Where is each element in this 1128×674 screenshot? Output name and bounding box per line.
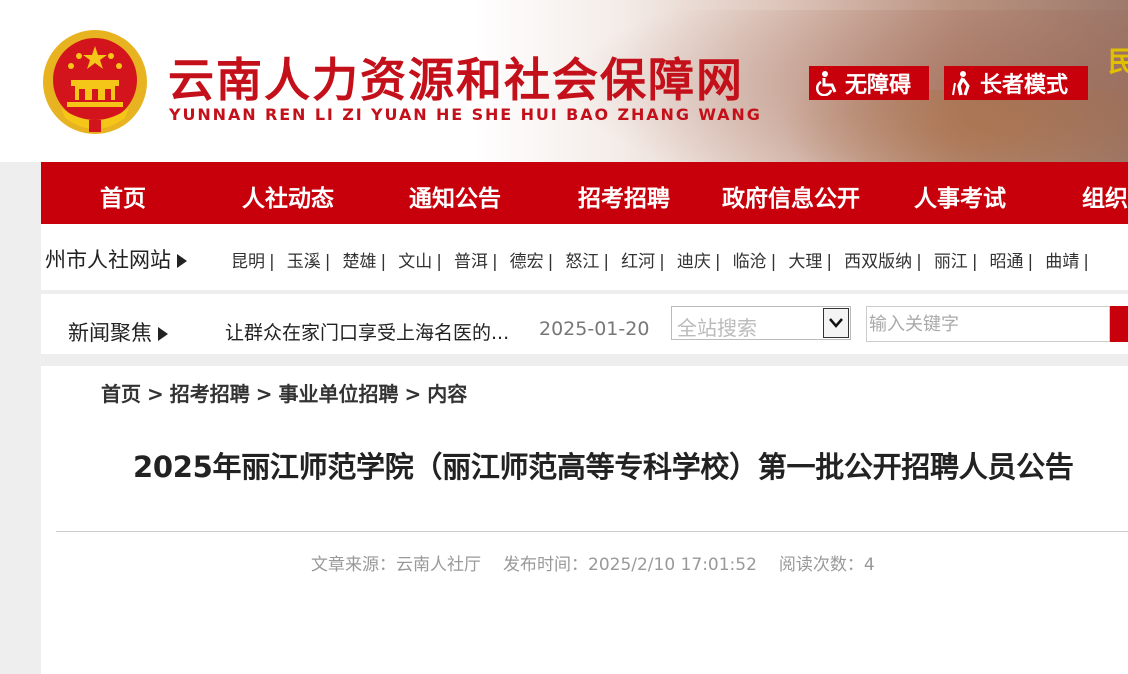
city-bar-label: 州市人社网站: [45, 248, 171, 272]
city-separator: |: [916, 252, 922, 272]
main-nav: 首页 人社动态 通知公告 招考招聘 政府信息公开 人事考试 组织: [41, 162, 1128, 224]
city-link[interactable]: 普洱: [454, 252, 488, 272]
city-separator: |: [770, 252, 777, 272]
city-separator: |: [380, 252, 387, 272]
breadcrumb-separator: >: [404, 382, 422, 406]
city-separator: |: [547, 252, 554, 272]
banner-landscape-accent: [780, 90, 1128, 162]
site-pinyin: YUNNAN REN LI ZI YUAN HE SHE HUI BAO ZHA…: [169, 105, 762, 124]
site-title: 云南人力资源和社会保障网: [168, 53, 744, 107]
search-input[interactable]: [866, 306, 1110, 342]
nav-item-recruitment[interactable]: 招考招聘: [578, 179, 670, 213]
city-link-list: 昆明 | 玉溪 | 楚雄 | 文山 | 普洱 | 德宏 | 怒江 | 红河 | 迪庆 | 临沧 | 大理 | 西双版纳 | 丽江…: [231, 247, 1101, 272]
accessibility-button[interactable]: 无障碍: [809, 66, 929, 100]
city-link[interactable]: 楚雄: [342, 252, 376, 272]
city-link[interactable]: 文山: [398, 252, 432, 272]
news-focus-bar: 新闻聚焦 让群众在家门口享受上海名医的... 2025-01-20 全站搜索: [41, 294, 1128, 354]
nav-item-exams[interactable]: 人事考试: [914, 179, 1006, 213]
news-label-wrap: 新闻聚焦: [68, 317, 168, 347]
city-links-bar: 州市人社网站 昆明 | 玉溪 | 楚雄 | 文山 | 普洱 | 德宏 | 怒江 | 红河 | 迪庆 | 临沧 | 大理 |…: [41, 224, 1128, 290]
news-date: 2025-01-20: [539, 318, 650, 340]
city-link[interactable]: 曲靖: [1045, 252, 1079, 272]
elder-mode-label: 长者模式: [980, 73, 1069, 98]
nav-item-notices[interactable]: 通知公告: [409, 179, 501, 213]
city-separator: |: [1083, 252, 1090, 272]
city-link[interactable]: 西双版纳: [844, 252, 912, 272]
national-emblem-icon: [43, 30, 147, 134]
news-headline-link[interactable]: 让群众在家门口享受上海名医的...: [225, 318, 509, 345]
title-divider: [56, 531, 1128, 532]
triangle-right-icon: [158, 327, 168, 341]
accessibility-label: 无障碍: [845, 73, 912, 98]
search-scope-value: 全站搜索: [677, 316, 757, 340]
city-separator: |: [971, 252, 978, 272]
breadcrumb: 首页 > 招考招聘 > 事业单位招聘 > 内容: [101, 378, 467, 407]
breadcrumb-item[interactable]: 招考招聘: [170, 382, 250, 406]
city-link[interactable]: 迪庆: [677, 252, 711, 272]
breadcrumb-item[interactable]: 事业单位招聘: [279, 382, 399, 406]
city-separator: |: [1027, 252, 1034, 272]
city-link[interactable]: 怒江: [565, 252, 599, 272]
section-divider: [41, 354, 1128, 366]
header-cutoff-text: 民: [1108, 45, 1128, 78]
article-source: 文章来源：云南人社厅: [311, 555, 481, 575]
city-separator: |: [659, 252, 665, 272]
article-title: 2025年丽江师范学院（丽江师范高等专科学校）第一批公开招聘人员公告: [133, 450, 1074, 484]
city-separator: |: [491, 252, 498, 272]
breadcrumb-item[interactable]: 首页: [101, 382, 141, 406]
nav-item-home[interactable]: 首页: [100, 179, 146, 213]
triangle-right-icon: [177, 254, 187, 268]
city-link[interactable]: 德宏: [510, 252, 544, 272]
breadcrumb-separator: >: [255, 382, 273, 406]
nav-item-gov-info[interactable]: 政府信息公开: [722, 179, 860, 213]
article-panel: 首页 > 招考招聘 > 事业单位招聘 > 内容 2025年丽江师范学院（丽江师范高等专科学校…: [41, 366, 1128, 674]
article-published: 发布时间：2025/2/10 17:01:52: [503, 555, 757, 575]
city-link[interactable]: 红河: [621, 252, 655, 272]
nav-item-news[interactable]: 人社动态: [242, 179, 334, 213]
city-bar-label-wrap: 州市人社网站: [45, 244, 187, 274]
article-meta: 文章来源：云南人社厅 发布时间：2025/2/10 17:01:52 阅读次数：4: [311, 550, 875, 575]
elder-person-icon: [952, 71, 970, 96]
breadcrumb-separator: >: [147, 382, 164, 406]
news-focus-label: 新闻聚焦: [68, 321, 152, 345]
city-link[interactable]: 大理: [788, 252, 822, 272]
city-link[interactable]: 临沧: [733, 252, 767, 272]
elder-mode-button[interactable]: 长者模式: [944, 66, 1088, 100]
city-separator: |: [603, 252, 610, 272]
city-separator: |: [714, 252, 721, 272]
search-button[interactable]: [1110, 306, 1128, 342]
chevron-down-icon[interactable]: [823, 308, 849, 338]
wheelchair-icon: [816, 71, 837, 96]
city-separator: |: [826, 252, 833, 272]
city-link[interactable]: 玉溪: [287, 252, 321, 272]
city-link[interactable]: 昆明: [231, 252, 265, 272]
city-link[interactable]: 丽江: [934, 252, 968, 272]
nav-item-organization[interactable]: 组织: [1082, 179, 1128, 213]
city-separator: |: [324, 252, 331, 272]
breadcrumb-item: 内容: [427, 382, 468, 406]
header-banner: 云南人力资源和社会保障网 YUNNAN REN LI ZI YUAN HE SH…: [0, 0, 1128, 162]
city-separator: |: [436, 252, 442, 272]
search-scope-select[interactable]: 全站搜索: [671, 306, 851, 340]
article-read-count: 阅读次数：4: [778, 555, 875, 575]
city-link[interactable]: 昭通: [990, 252, 1024, 272]
city-separator: |: [269, 252, 275, 272]
